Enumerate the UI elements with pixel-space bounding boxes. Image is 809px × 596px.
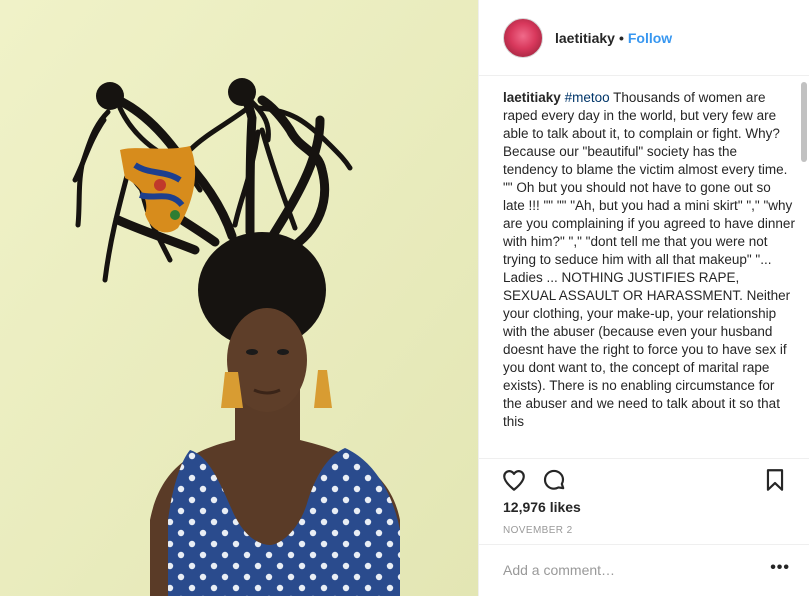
header-username[interactable]: laetitiaky xyxy=(555,30,615,46)
hair-sculpture-photo xyxy=(0,0,478,596)
caption-scroll-area[interactable]: laetitiaky #metoo Thousands of women are… xyxy=(479,77,809,457)
heart-icon[interactable] xyxy=(501,467,527,493)
post-date[interactable]: NOVEMBER 2 xyxy=(503,525,573,536)
follow-button[interactable]: Follow xyxy=(628,30,672,46)
caption-hashtag[interactable]: #metoo xyxy=(565,90,610,105)
comment-bar: ••• xyxy=(479,544,809,596)
action-bar xyxy=(479,458,809,498)
post-side-panel: laetitiaky • Follow laetitiaky #metoo Th… xyxy=(478,0,809,596)
post-header: laetitiaky • Follow xyxy=(479,0,809,76)
avatar[interactable] xyxy=(503,17,543,58)
header-separator: • xyxy=(618,29,624,46)
caption-text: Thousands of women are raped every day i… xyxy=(503,90,795,429)
caption: laetitiaky #metoo Thousands of women are… xyxy=(503,89,795,431)
comment-icon[interactable] xyxy=(541,467,567,493)
comment-input[interactable] xyxy=(503,560,753,580)
bookmark-icon[interactable] xyxy=(762,467,788,493)
caption-username[interactable]: laetitiaky xyxy=(503,90,561,105)
more-options-button[interactable]: ••• xyxy=(770,559,790,577)
caption-scrollbar[interactable] xyxy=(801,82,807,162)
like-count[interactable]: 12,976 likes xyxy=(503,499,581,515)
post-photo[interactable] xyxy=(0,0,478,596)
